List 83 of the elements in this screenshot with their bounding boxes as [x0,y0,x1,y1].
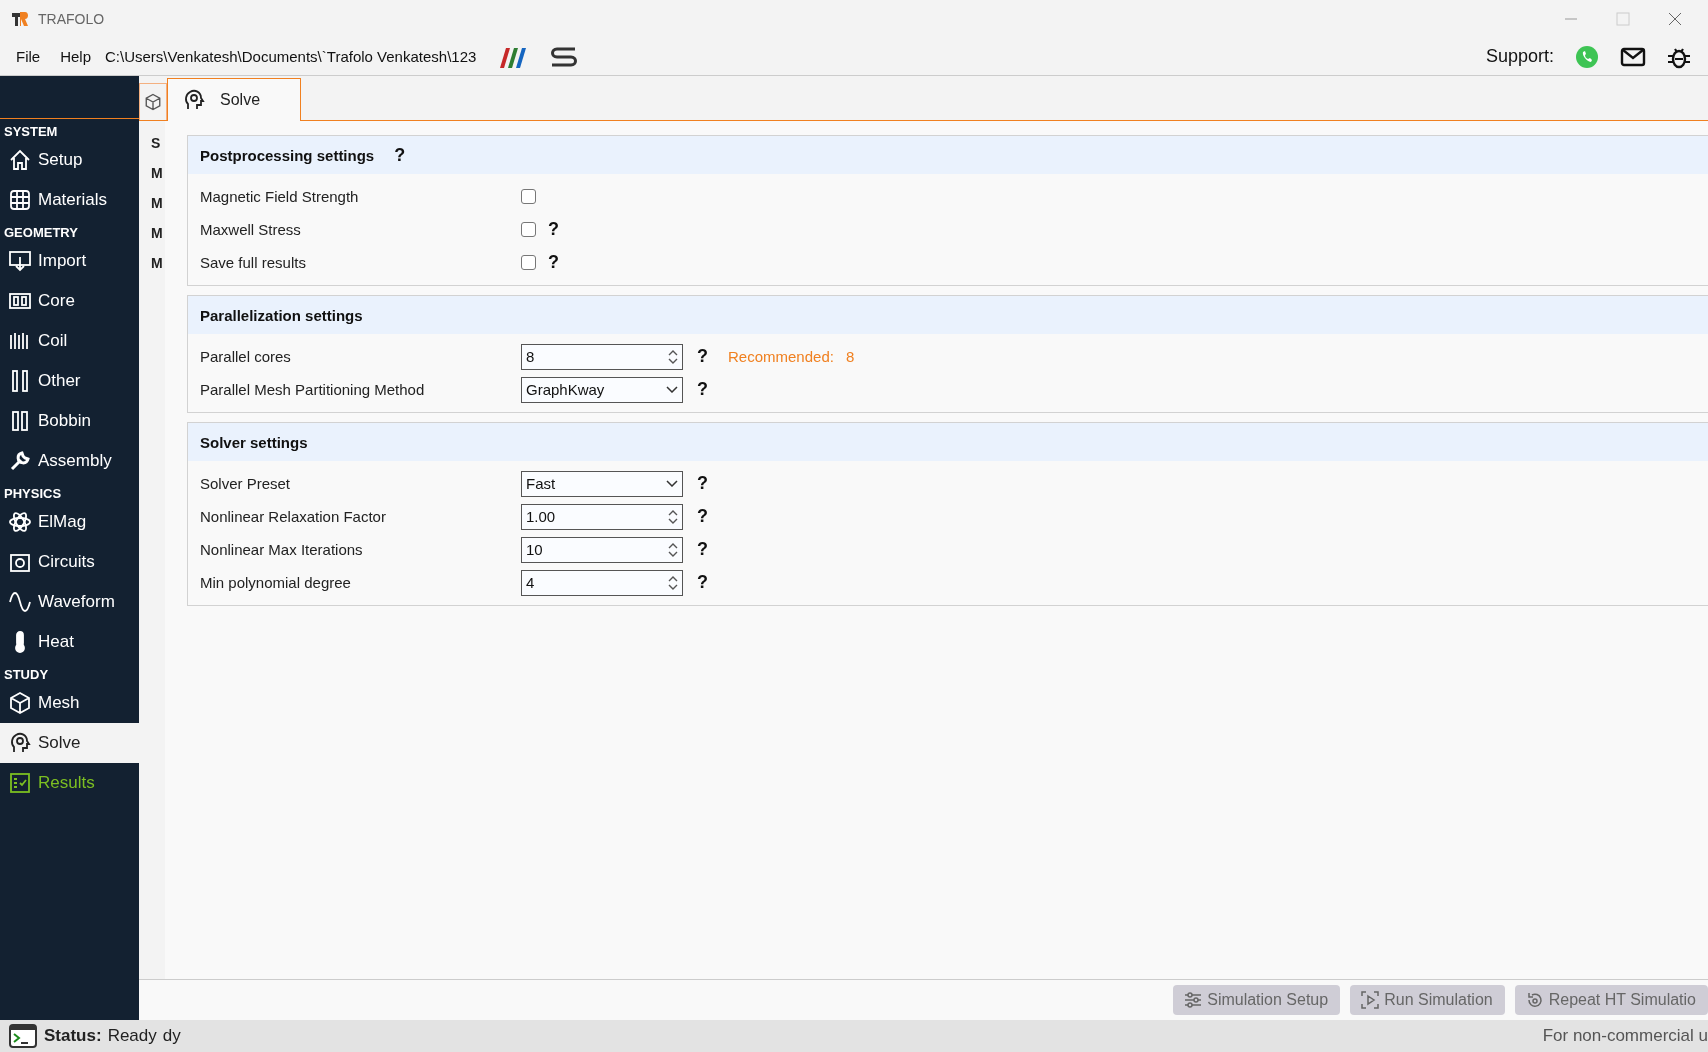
help-icon[interactable]: ? [697,473,708,494]
setting-label: Magnetic Field Strength [200,188,360,205]
status-value: Ready [107,1026,157,1046]
sidebar-item[interactable]: Mesh [0,683,139,723]
play-frame-icon [1360,990,1381,1010]
sidebar-item[interactable]: Results [0,763,139,803]
import-icon [8,249,32,273]
help-icon[interactable]: ? [697,572,708,593]
sidebar-header: GEOMETRY [3,224,79,241]
setting-label: Nonlinear Max Iterations [200,541,364,558]
section-title: Solver settings [200,433,308,451]
chevron-down-icon [666,480,678,487]
spin-box[interactable]: 8 [521,343,683,370]
panel-fragment: M [151,165,164,181]
setting-label: Parallel cores [200,348,292,365]
recommended-label: Recommended: [728,348,834,365]
sidebar-item[interactable]: Materials [0,180,139,220]
sliders-icon [1183,990,1204,1010]
license-note: For non-commercial u [1542,1026,1708,1046]
cube-icon [8,691,32,715]
setting-label: Nonlinear Relaxation Factor [200,508,387,525]
panel-fragment: M [151,195,164,211]
sidebar-item[interactable]: Core [0,281,139,321]
help-icon[interactable]: ? [697,379,708,400]
head-gear-icon [182,88,206,112]
terminal-icon [8,1023,38,1049]
sidebar-item[interactable]: Assembly [0,441,139,481]
support-label: Support: [1485,46,1554,67]
tab[interactable]: Solve [167,78,302,121]
recommended-value: 8 [845,348,855,365]
setting-label: Solver Preset [200,475,292,492]
setting-label: Parallel Mesh Partitioning Method [200,381,426,398]
sidebar-header: STUDY [3,666,50,683]
grid-icon [8,188,32,212]
panel-fragment: M [151,225,164,241]
sidebar-item[interactable]: Waveform [0,582,139,622]
wave-icon [8,590,32,614]
sidebar-item[interactable]: Bobbin [0,401,139,441]
panel-fragment: S [151,135,162,151]
help-icon[interactable]: ? [697,539,708,560]
sidebar-header: SYSTEM [3,123,59,140]
chevron-down-icon [666,386,678,393]
dropdown[interactable]: GraphKway [521,376,683,403]
cube-icon[interactable] [144,93,162,111]
section-title: Parallelization settings [200,306,363,324]
checkbox[interactable] [521,222,536,237]
window-title: TRAFOLO [38,11,105,27]
sidebar-item[interactable]: Other [0,361,139,401]
setting-label: Min polynomial degree [200,574,352,591]
sidebar-header: PHYSICS [3,485,63,502]
sidebar-item[interactable]: Solve [0,723,139,763]
panel-fragment: M [151,255,164,271]
checkbox[interactable] [521,189,536,204]
sidebar-item[interactable]: Import [0,241,139,281]
sidebar-item[interactable]: Setup [0,140,139,180]
atom-icon [8,510,32,534]
spin-box[interactable]: 10 [521,536,683,563]
spin-box[interactable]: 1.00 [521,503,683,530]
help-icon[interactable]: ? [697,346,708,367]
status-label: Status: [44,1026,102,1046]
checkbox[interactable] [521,255,536,270]
sidebar-item[interactable]: Circuits [0,542,139,582]
checklist-icon [8,771,32,795]
head-gear-icon [8,731,32,755]
status-fragment: dy [162,1026,181,1046]
spin-box[interactable]: 4 [521,569,683,596]
help-icon[interactable]: ? [697,506,708,527]
wrench-icon [8,449,32,473]
setting-label: Maxwell Stress [200,221,302,238]
sidebar-item[interactable]: ElMag [0,502,139,542]
setting-label: Save full results [200,254,307,271]
sidebar-item[interactable]: Heat [0,622,139,662]
help-icon[interactable]: ? [548,252,559,273]
house-icon [8,148,32,172]
help-icon[interactable]: ? [548,219,559,240]
help-icon[interactable]: ? [394,144,406,166]
section-title: Postprocessing settings [200,146,375,164]
project-path: C:\Users\Venkatesh\Documents\`Trafolo Venkatesh\123 [105,48,477,65]
menu-item[interactable]: File [16,48,41,65]
dropdown[interactable]: Fast [521,470,683,497]
app-logo-icon [10,9,30,29]
menu-item[interactable]: Help [60,48,92,65]
sidebar-item[interactable]: Coil [0,321,139,361]
